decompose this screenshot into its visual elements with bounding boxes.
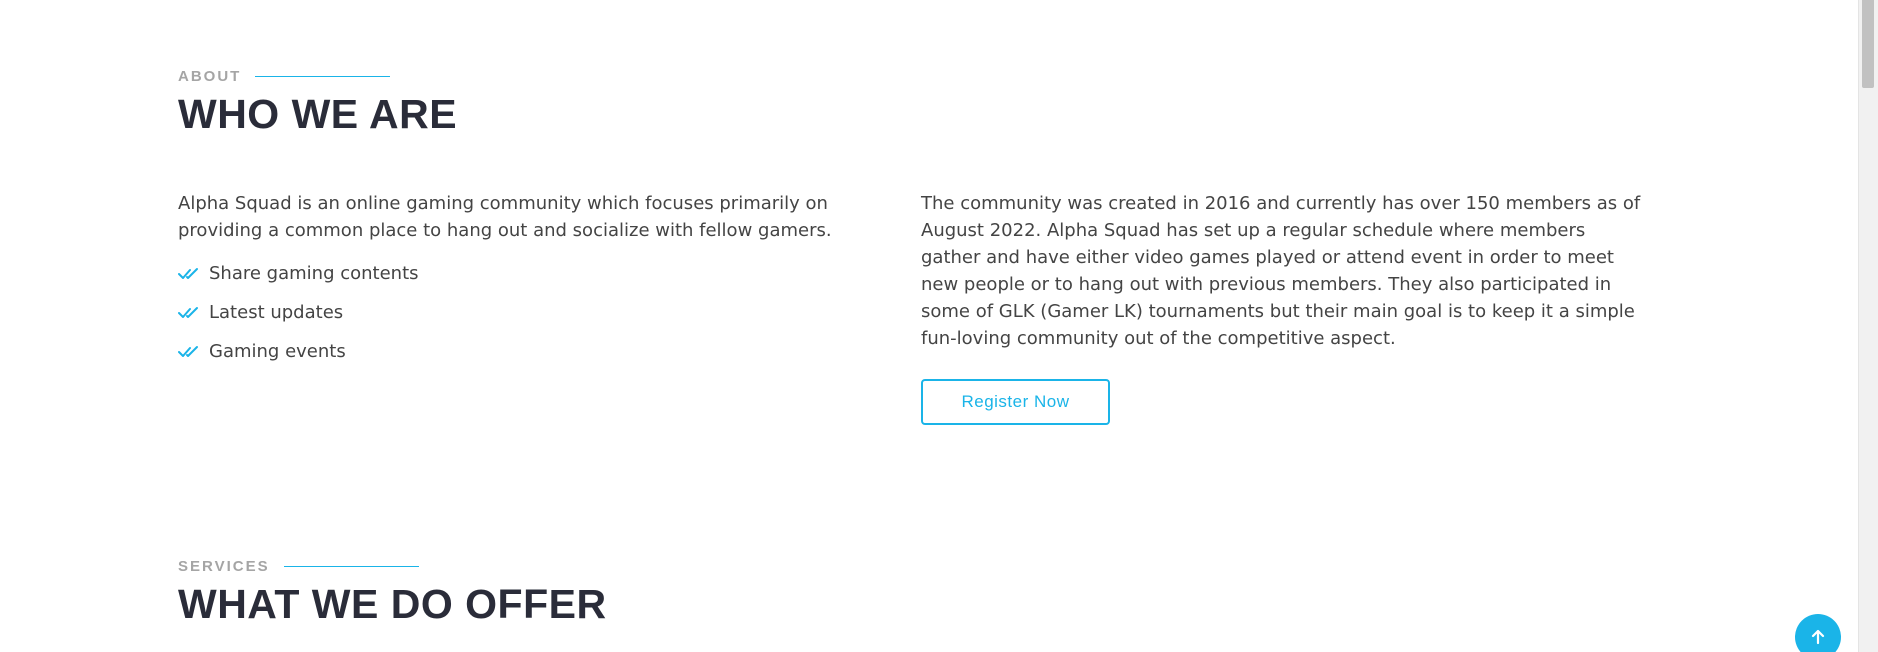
arrow-up-icon	[1811, 629, 1825, 645]
about-heading: WHO WE ARE	[178, 91, 458, 137]
services-kicker-line	[283, 565, 419, 567]
about-description-text: The community was created in 2016 and cu…	[921, 193, 1641, 349]
vertical-scrollbar[interactable]	[1858, 0, 1878, 652]
services-kicker: SERVICES	[178, 556, 1648, 576]
list-item: Latest updates	[178, 299, 893, 326]
services-heading: WHAT WE DO OFFER	[178, 581, 607, 627]
about-left-column: Alpha Squad is an online gaming communit…	[178, 190, 893, 377]
about-section: ABOUT WHO WE ARE Alpha Squad is an onlin…	[178, 66, 1648, 425]
double-check-icon	[178, 345, 198, 357]
page: ABOUT WHO WE ARE Alpha Squad is an onlin…	[0, 0, 1878, 652]
about-kicker: ABOUT	[178, 66, 1648, 86]
back-to-top-button[interactable]	[1795, 614, 1841, 652]
about-intro-text: Alpha Squad is an online gaming communit…	[178, 193, 832, 241]
feature-list: Share gaming contents Latest updates Gam…	[178, 260, 893, 365]
list-item: Share gaming contents	[178, 260, 893, 287]
feature-label: Latest updates	[209, 302, 344, 323]
services-kicker-label: SERVICES	[178, 557, 270, 575]
feature-label: Share gaming contents	[209, 263, 419, 284]
double-check-icon	[178, 306, 198, 318]
about-kicker-line	[255, 75, 391, 77]
services-section: SERVICES WHAT WE DO OFFER	[178, 556, 1648, 630]
about-right-column: The community was created in 2016 and cu…	[921, 190, 1641, 425]
scrollbar-thumb[interactable]	[1862, 0, 1874, 88]
feature-label: Gaming events	[209, 341, 346, 362]
list-item: Gaming events	[178, 338, 893, 365]
register-now-button[interactable]: Register Now	[921, 379, 1110, 425]
about-kicker-label: ABOUT	[178, 67, 242, 85]
double-check-icon	[178, 267, 198, 279]
